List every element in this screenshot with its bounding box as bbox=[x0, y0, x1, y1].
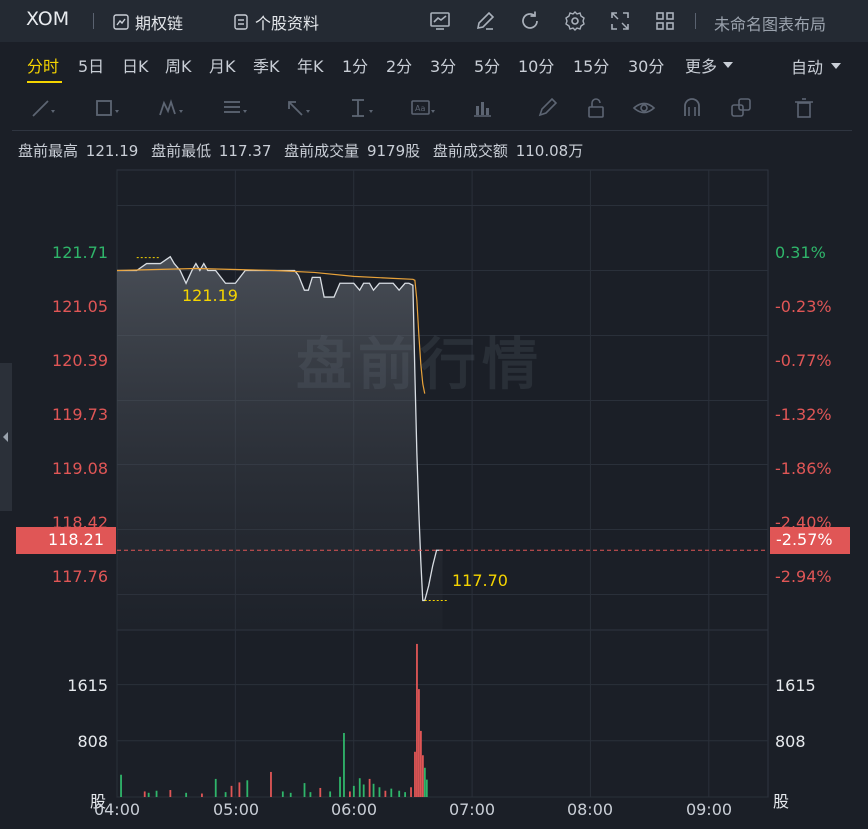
volume-bar bbox=[421, 755, 424, 797]
volume-bar bbox=[414, 751, 416, 797]
volume-bar bbox=[368, 778, 371, 797]
current-change-tag: -2.57% bbox=[770, 527, 850, 554]
change-tick-label: -1.32% bbox=[775, 405, 832, 424]
volume-bar bbox=[404, 792, 407, 797]
volume-bar bbox=[319, 787, 322, 797]
volume-bar bbox=[352, 785, 355, 797]
current-change-value: -2.57% bbox=[776, 530, 833, 549]
volume-bar bbox=[420, 730, 422, 797]
side-panel-toggle[interactable] bbox=[0, 363, 12, 511]
time-tick-label: 04:00 bbox=[93, 800, 141, 819]
volume-bar bbox=[303, 783, 306, 797]
time-tick-label: 09:00 bbox=[685, 800, 733, 819]
volume-bar bbox=[343, 732, 345, 797]
volume-bar bbox=[120, 774, 122, 797]
change-tick-label: -0.23% bbox=[775, 297, 832, 316]
volume-unit-label: 股 bbox=[773, 792, 790, 811]
time-tick-label: 06:00 bbox=[330, 800, 378, 819]
volume-bar bbox=[185, 792, 188, 797]
time-tick-label: 08:00 bbox=[566, 800, 614, 819]
chevron-left-icon bbox=[3, 432, 8, 442]
volume-bar bbox=[147, 792, 150, 797]
volume-bar bbox=[339, 776, 341, 797]
intraday-chart[interactable] bbox=[0, 0, 868, 829]
volume-bar bbox=[358, 778, 361, 797]
volume-bar bbox=[418, 689, 420, 797]
volume-bar bbox=[423, 767, 426, 797]
volume-bar bbox=[384, 790, 387, 797]
volume-bar bbox=[230, 785, 233, 797]
volume-bar bbox=[425, 779, 428, 797]
volume-bar bbox=[362, 784, 365, 797]
high-marker-label: 121.19 bbox=[182, 286, 238, 305]
volume-bar bbox=[246, 780, 249, 797]
volume-bar bbox=[378, 787, 381, 797]
volume-bar bbox=[169, 790, 172, 797]
price-tick-label: 117.76 bbox=[52, 567, 108, 586]
volume-bar bbox=[372, 783, 375, 797]
volume-bar bbox=[416, 643, 418, 797]
volume-bar bbox=[143, 791, 146, 797]
volume-tick-label: 1615 bbox=[67, 676, 108, 695]
price-tick-label: 119.73 bbox=[52, 405, 108, 424]
volume-bar bbox=[214, 778, 217, 797]
volume-bar bbox=[201, 793, 203, 797]
volume-bar bbox=[309, 792, 312, 797]
volume-bar bbox=[390, 788, 393, 797]
volume-bar bbox=[224, 792, 227, 797]
change-tick-label: 0.31% bbox=[775, 243, 826, 262]
price-tick-label: 121.05 bbox=[52, 297, 108, 316]
volume-bar bbox=[155, 790, 158, 797]
low-marker-label: 117.70 bbox=[452, 571, 508, 590]
price-tick-label: 121.71 bbox=[52, 243, 108, 262]
current-price-tag: 118.21 bbox=[16, 527, 116, 554]
change-tick-label: -2.94% bbox=[775, 567, 832, 586]
volume-bar bbox=[281, 791, 284, 797]
price-tick-label: 119.08 bbox=[52, 459, 108, 478]
volume-tick-label: 808 bbox=[77, 732, 108, 751]
change-tick-label: -1.86% bbox=[775, 459, 832, 478]
volume-bar bbox=[238, 782, 241, 797]
watermark: 盘前行情 bbox=[296, 333, 544, 398]
volume-bar bbox=[329, 791, 332, 797]
volume-tick-label: 808 bbox=[775, 732, 806, 751]
price-area bbox=[117, 256, 443, 630]
price-tick-label: 120.39 bbox=[52, 351, 108, 370]
time-tick-label: 07:00 bbox=[448, 800, 496, 819]
change-tick-label: -0.77% bbox=[775, 351, 832, 370]
volume-bar bbox=[270, 771, 272, 797]
volume-bar bbox=[348, 791, 351, 797]
volume-bar bbox=[398, 790, 401, 797]
time-tick-label: 05:00 bbox=[212, 800, 260, 819]
volume-tick-label: 1615 bbox=[775, 676, 816, 695]
volume-bar bbox=[410, 787, 412, 797]
current-price-value: 118.21 bbox=[48, 530, 104, 549]
volume-bar bbox=[289, 792, 292, 797]
